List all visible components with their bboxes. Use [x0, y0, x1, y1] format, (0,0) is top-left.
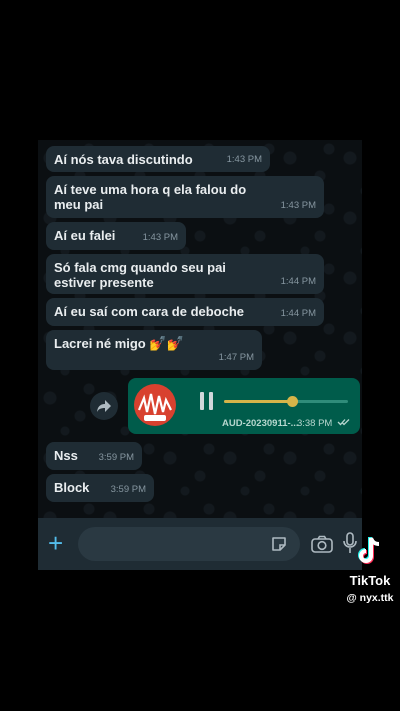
tiktok-logo-icon: [358, 537, 380, 564]
tiktok-brand: TikTok: [349, 573, 391, 588]
message-time: 1:47 PM: [218, 352, 254, 363]
message-time: 1:43 PM: [226, 154, 262, 165]
pause-icon: [200, 392, 204, 410]
audio-progress-fill: [224, 400, 293, 403]
message-bubble[interactable]: Só fala cmg quando seu pai estiver prese…: [46, 254, 324, 294]
message-text: Aí teve uma hora q ela falou do meu pai: [54, 182, 247, 212]
nail-polish-emoji: 💅💅: [149, 335, 185, 351]
plus-icon[interactable]: +: [48, 530, 63, 556]
message-text: Só fala cmg quando seu pai estiver prese…: [54, 260, 226, 290]
tiktok-username: @ nyx.ttk: [346, 592, 394, 604]
tiktok-watermark: TikTok @ nyx.ttk: [340, 536, 400, 604]
audio-thumbnail: [134, 384, 176, 426]
camera-icon[interactable]: [311, 535, 333, 553]
message-time: 3:59 PM: [110, 484, 146, 495]
message-time: 1:44 PM: [280, 276, 316, 287]
message-time: 3:59 PM: [98, 452, 134, 463]
message-bubble[interactable]: Nss 3:59 PM: [46, 442, 142, 470]
message-time: 1:43 PM: [280, 200, 316, 211]
audio-progress-handle[interactable]: [287, 396, 299, 407]
message-bubble[interactable]: Block 3:59 PM: [46, 474, 154, 502]
message-bubble[interactable]: Aí teve uma hora q ela falou do meu pai …: [46, 176, 324, 218]
forward-button[interactable]: [90, 392, 118, 420]
audio-filename: AUD-20230911-...: [222, 418, 299, 429]
audio-progress-track[interactable]: [224, 396, 348, 407]
message-text: Nss: [54, 448, 78, 463]
message-bubble[interactable]: Lacrei né migo 💅💅 1:47 PM: [46, 330, 262, 370]
message-time: 1:43 PM: [142, 232, 178, 243]
audio-time: 3:38 PM: [297, 418, 350, 429]
message-bubble[interactable]: Aí nós tava discutindo 1:43 PM: [46, 146, 270, 172]
message-text: Block: [54, 480, 90, 495]
message-bubble[interactable]: Aí eu saí com cara de deboche 1:44 PM: [46, 298, 324, 326]
message-input[interactable]: [78, 527, 300, 561]
double-check-icon: [337, 419, 350, 426]
message-text: Lacrei né migo: [54, 336, 146, 351]
chat-screen: Aí nós tava discutindo 1:43 PM Aí teve u…: [38, 140, 362, 570]
message-bubble[interactable]: Aí eu falei 1:43 PM: [46, 222, 186, 250]
message-input-bar: +: [38, 518, 362, 570]
audio-message[interactable]: AUD-20230911-... 3:38 PM: [128, 378, 360, 434]
pause-button[interactable]: [200, 392, 214, 410]
sticker-icon[interactable]: [270, 535, 288, 553]
message-text: Aí eu falei: [54, 228, 116, 243]
waveform-logo-icon: [137, 393, 172, 421]
message-text: Aí eu saí com cara de deboche: [54, 304, 245, 319]
forward-icon: [97, 400, 111, 412]
message-time: 1:44 PM: [280, 308, 316, 319]
message-text: Aí nós tava discutindo: [54, 152, 193, 167]
